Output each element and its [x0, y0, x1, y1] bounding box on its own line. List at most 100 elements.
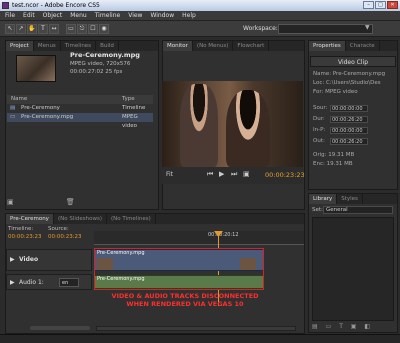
menu-file[interactable]: File — [5, 11, 15, 20]
step-forward-icon[interactable]: ⏭ — [231, 170, 237, 179]
tab-library[interactable]: Library — [309, 194, 338, 204]
menu-edit[interactable]: Edit — [23, 11, 35, 20]
library-tabs: Library Styles — [309, 194, 397, 204]
workspace-dropdown[interactable] — [278, 24, 373, 34]
audio-language-dropdown[interactable]: en — [59, 278, 79, 287]
menu-menu[interactable]: Menu — [70, 11, 86, 20]
duration-field[interactable]: 00:00:26:20 — [330, 116, 368, 123]
text-tool-icon[interactable]: T — [38, 24, 48, 34]
menu-view[interactable]: View — [128, 11, 142, 20]
timeline-timecode[interactable]: 00:00:23:23 — [8, 234, 42, 240]
clip-name: Pre-Ceremony.mpg — [70, 51, 140, 59]
loop-icon[interactable]: ▣ — [243, 170, 250, 178]
menu-help[interactable]: Help — [182, 11, 196, 20]
list-item[interactable]: ▭ Pre-Ceremony.mpg MPEG video — [7, 113, 153, 129]
horizontal-scrollbar[interactable] — [96, 326, 296, 331]
maximize-button[interactable]: □ — [375, 1, 386, 9]
ellipse-tool-icon[interactable]: ◉ — [99, 24, 109, 34]
monitor-tabs: Monitor (No Menus) Flowchart — [163, 41, 304, 51]
step-back-icon[interactable]: ⏮ — [207, 170, 213, 179]
vertical-text-tool-icon[interactable]: ↔ — [49, 24, 59, 34]
tab-no-menus[interactable]: (No Menus) — [193, 41, 234, 51]
annotation-box — [94, 248, 264, 290]
tab-styles[interactable]: Styles — [337, 194, 363, 204]
properties-header: Video Clip — [310, 56, 396, 67]
video-file-icon: ▭ — [10, 114, 16, 120]
source-timecode[interactable]: 00:00:23:23 — [48, 234, 82, 240]
tab-menus[interactable]: Menus — [34, 41, 61, 51]
tab-character[interactable]: Characte — [346, 41, 380, 51]
audio-track-icon: ▶ — [10, 279, 15, 286]
column-type[interactable]: Type — [122, 95, 135, 104]
properties-tabs: Properties Characte — [309, 41, 397, 51]
prop-format: For: MPEG video — [313, 89, 358, 95]
new-item-icon[interactable]: ▣ — [7, 198, 14, 206]
item-name: Pre-Ceremony — [21, 105, 60, 111]
rectangle-tool-icon[interactable]: ▭ — [66, 24, 76, 34]
zoom-slider[interactable] — [30, 326, 90, 330]
item-type: MPEG video — [122, 114, 138, 129]
project-tabs: Project Menus Timelines Build — [6, 41, 158, 51]
layer-icon[interactable]: ◧ — [364, 323, 370, 330]
text-icon[interactable]: T — [339, 323, 343, 330]
image-icon[interactable]: ▣ — [351, 323, 357, 330]
prop-label: Sour: — [313, 105, 328, 111]
menu-window[interactable]: Window — [150, 11, 174, 20]
menu-timeline[interactable]: Timeline — [95, 11, 121, 20]
project-footer-icons: ▣ 🗑 — [7, 198, 75, 206]
prop-original-size: Orig: 19.31 MB — [313, 152, 355, 158]
play-icon[interactable]: ▶ — [219, 170, 224, 178]
library-list[interactable] — [312, 217, 394, 321]
tab-flowchart[interactable]: Flowchart — [233, 41, 270, 51]
hand-tool-icon[interactable]: ✋ — [27, 24, 37, 34]
direct-select-tool-icon[interactable]: ↗ — [16, 24, 26, 34]
annotation-line: WHEN RENDERED VIA VEGAS 10 — [126, 300, 244, 308]
menu-icon[interactable]: ▤ — [312, 323, 318, 330]
button-icon[interactable]: ▭ — [326, 323, 332, 330]
audio-track-label: Audio 1: — [19, 279, 44, 286]
source-label: Source: — [48, 226, 69, 232]
video-frame-person — [226, 90, 270, 167]
close-button[interactable]: ✕ — [387, 1, 398, 9]
tab-properties[interactable]: Properties — [309, 41, 346, 51]
column-name[interactable]: Name — [11, 95, 27, 104]
list-item[interactable]: ▤ Pre-Ceremony Timeline — [7, 104, 153, 113]
set-dropdown[interactable]: General — [323, 206, 393, 214]
toolbar: ↖ ↗ ✋ T ↔ ▭ ⎋ ☐ ◉ Workspace: ▼ — [0, 21, 400, 37]
prop-label: In-P: — [313, 127, 326, 133]
tab-no-slideshows[interactable]: (No Slideshows) — [54, 214, 107, 224]
set-label: Set: — [312, 207, 323, 213]
tab-pre-ceremony[interactable]: Pre-Ceremony — [6, 214, 54, 224]
preview-tool-icon[interactable]: ⎋ — [77, 24, 87, 34]
tab-monitor[interactable]: Monitor — [163, 41, 193, 51]
tab-timelines[interactable]: Timelines — [61, 41, 97, 51]
audio-track-header: ▶ Audio 1: en — [6, 274, 92, 290]
minimize-button[interactable]: – — [363, 1, 374, 9]
time-ruler[interactable] — [94, 231, 304, 245]
tab-build[interactable]: Build — [96, 41, 119, 51]
window-title: test.ncor - Adobe Encore CS5 — [12, 2, 100, 9]
status-bar — [0, 334, 400, 343]
tab-project[interactable]: Project — [6, 41, 34, 51]
chevron-down-icon: ▼ — [365, 24, 370, 31]
annotation-line: VIDEO & AUDIO TRACKS DISCONNECTED — [111, 292, 259, 300]
source-field[interactable]: 00:00:00:00 — [330, 105, 368, 112]
video-track-icon: ▶ — [10, 256, 15, 263]
delete-icon[interactable]: 🗑 — [66, 198, 75, 206]
selection-tool-icon[interactable]: ↖ — [5, 24, 15, 34]
prop-encoded-size: Enc: 19.31 MB — [313, 161, 353, 167]
prop-label: Dur: — [313, 116, 325, 122]
item-type: Timeline — [122, 105, 146, 111]
menu-bar: File Edit Object Menu Timeline View Wind… — [0, 11, 400, 21]
tab-no-timelines[interactable]: (No Timelines) — [107, 214, 156, 224]
in-point-field[interactable]: 00:00:00:00 — [330, 127, 368, 134]
annotation-text: VIDEO & AUDIO TRACKS DISCONNECTED WHEN R… — [100, 292, 270, 308]
prop-location: Loc: C:\Users\Studio\Des — [313, 80, 381, 86]
fit-dropdown[interactable]: Fit — [166, 171, 173, 178]
title-bar: test.ncor - Adobe Encore CS5 – □ ✕ — [0, 0, 400, 11]
timeline-label: Timeline: — [8, 226, 34, 232]
menu-object[interactable]: Object — [43, 11, 63, 20]
prop-name: Name: Pre-Ceremony.mpg — [313, 71, 386, 77]
frame-tool-icon[interactable]: ☐ — [88, 24, 98, 34]
out-point-field[interactable]: 00:00:26:20 — [330, 138, 368, 145]
